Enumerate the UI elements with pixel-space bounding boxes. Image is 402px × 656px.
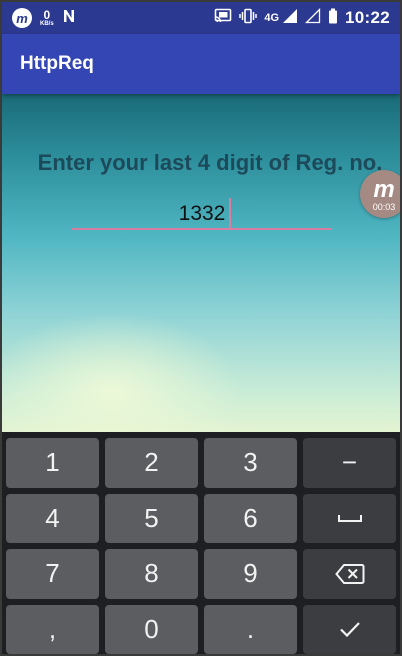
background-glow [2, 312, 242, 432]
key-5[interactable]: 5 [105, 493, 198, 543]
cast-icon [214, 8, 232, 29]
signal-strength-icon [282, 8, 298, 29]
recorder-logo: m [373, 176, 395, 203]
input-underline [72, 228, 332, 230]
key-7[interactable]: 7 [6, 549, 99, 599]
screen-recorder-bubble[interactable]: m 00:03 [360, 170, 400, 218]
key-period[interactable]: . [204, 604, 297, 654]
key-done[interactable] [303, 604, 396, 654]
signal-empty-icon [304, 7, 321, 29]
key-1[interactable]: 1 [6, 438, 99, 488]
network-speed-unit: KB/s [40, 21, 54, 27]
key-minus[interactable]: − [303, 438, 396, 488]
key-0[interactable]: 0 [105, 604, 198, 654]
key-comma[interactable]: , [6, 604, 99, 654]
numeric-keyboard: 1 2 3 − 4 5 6 7 8 9 , 0 . [2, 432, 400, 654]
space-icon [337, 512, 363, 524]
mobizen-notification-icon: m [12, 8, 32, 28]
key-6[interactable]: 6 [204, 493, 297, 543]
clock: 10:22 [345, 8, 390, 27]
network-type-label: 4G [264, 12, 280, 24]
status-bar: m 0 KB/s 4G 10:22 [2, 2, 400, 34]
recorder-timer: 00:03 [372, 202, 396, 212]
battery-icon [328, 8, 338, 29]
reg-no-input[interactable] [72, 194, 332, 228]
n-notification-icon [62, 9, 76, 28]
network-speed-value: 0 [43, 8, 51, 22]
key-9[interactable]: 9 [204, 549, 297, 599]
key-4[interactable]: 4 [6, 493, 99, 543]
vibrate-icon [239, 8, 258, 29]
phone-screen: m 0 KB/s 4G 10:22 HttpReq Enter your las… [0, 0, 402, 656]
key-space[interactable] [303, 493, 396, 543]
reg-no-field[interactable] [72, 194, 332, 232]
backspace-icon [334, 563, 365, 585]
key-8[interactable]: 8 [105, 549, 198, 599]
checkmark-icon [339, 620, 361, 638]
main-content: Enter your last 4 digit of Reg. no. [2, 94, 400, 432]
key-2[interactable]: 2 [105, 438, 198, 488]
key-backspace[interactable] [303, 549, 396, 599]
text-cursor [229, 198, 231, 228]
key-3[interactable]: 3 [204, 438, 297, 488]
app-title: HttpReq [20, 53, 94, 74]
network-speed: 0 KB/s [40, 9, 54, 27]
reg-no-prompt: Enter your last 4 digit of Reg. no. [37, 150, 383, 175]
app-bar: HttpReq [2, 34, 400, 94]
